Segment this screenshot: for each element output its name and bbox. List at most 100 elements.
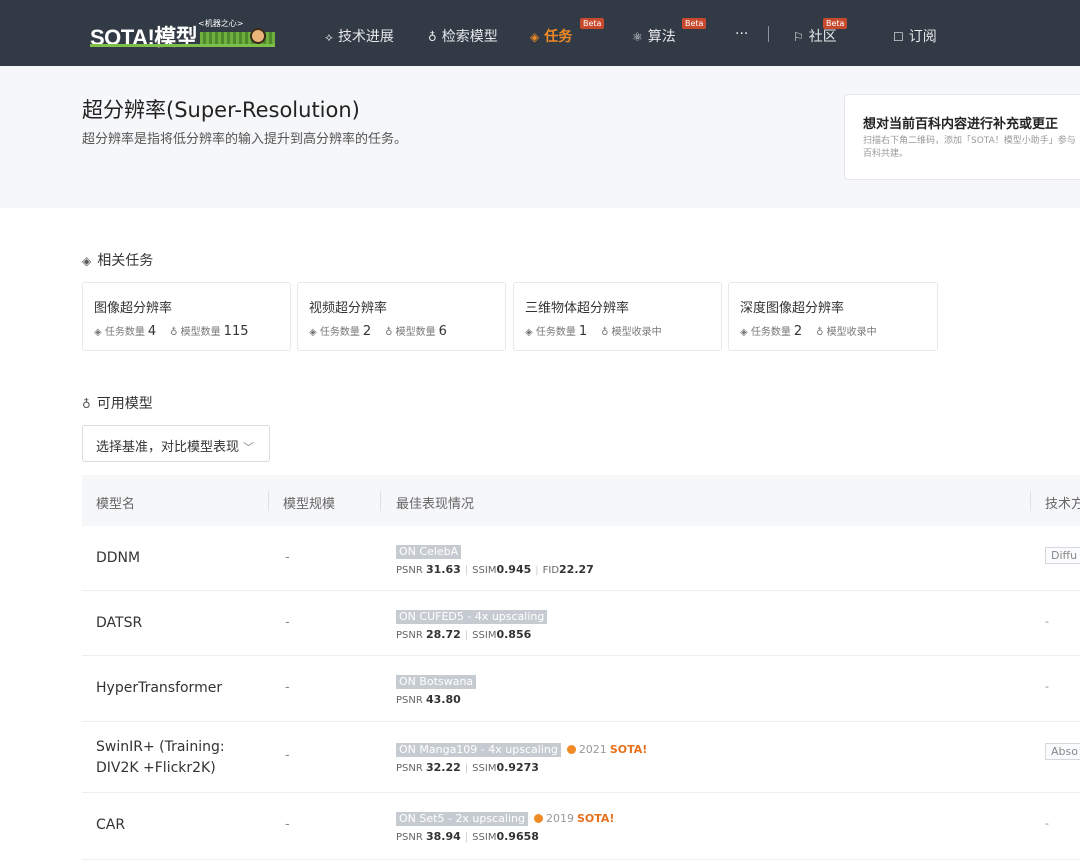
task-meta: ◈ 任务数量1♁ 模型收录中 xyxy=(525,323,662,339)
nav-item-label: 检索模型 xyxy=(442,29,498,45)
models-title: 可用模型 xyxy=(97,396,153,412)
models-icon: ♁ xyxy=(816,327,827,338)
benchmark-tag[interactable]: ON CUFED5 - 4x upscaling xyxy=(396,610,547,624)
table-row[interactable]: DATSR-ON CUFED5 - 4x upscalingPSNR 28.72… xyxy=(82,591,1080,656)
technique-cell: Abso xyxy=(1045,745,1080,758)
logo-underline xyxy=(90,44,275,47)
table-row[interactable]: DDNM-ON CelebAPSNR 31.63|SSIM0.945|FID22… xyxy=(82,526,1080,591)
task-name: 视频超分辨率 xyxy=(309,297,387,316)
model-name-link[interactable]: DDNM xyxy=(96,548,266,569)
model-name-link[interactable]: HyperTransformer xyxy=(96,678,266,699)
layers-icon: ◈ xyxy=(740,327,751,338)
logo-text: SOTA!模型 xyxy=(90,20,197,52)
nav-item-label: 社区 xyxy=(809,29,837,45)
nav-item-label: 订阅 xyxy=(909,29,937,45)
related-task-card[interactable]: 深度图像超分辨率 ◈ 任务数量2 ♁ 模型收录中 xyxy=(728,282,938,351)
model-scale: - xyxy=(285,817,290,832)
metrics-line: PSNR 32.22|SSIM0.9273 xyxy=(396,761,647,774)
nav-icon: ◈ xyxy=(530,30,539,44)
tech-tag[interactable]: Abso xyxy=(1045,743,1080,760)
best-performance: ON Set5 - 2x upscaling2019SOTA!PSNR 38.9… xyxy=(396,807,614,843)
metric-name: SSIM xyxy=(472,565,496,576)
beta-badge: Beta xyxy=(823,18,847,29)
nav-icon: ⟡ xyxy=(325,30,333,44)
sota-logo[interactable]: SOTA!模型 <机器之心> xyxy=(90,18,280,48)
metric-value: 28.72 xyxy=(426,628,461,641)
metric-separator: | xyxy=(465,832,468,843)
best-performance: ON BotswanaPSNR 43.80 xyxy=(396,670,476,706)
task-count: 4 xyxy=(148,324,156,339)
metric-value: 38.94 xyxy=(426,830,461,843)
task-meta: ◈ 任务数量2♁ 模型数量6 xyxy=(309,323,447,339)
col-technique: 技术方 xyxy=(1045,493,1080,512)
sota-label: SOTA! xyxy=(577,812,614,825)
tech-value: - xyxy=(1045,817,1049,830)
col-model-scale: 模型规模 xyxy=(283,493,335,512)
models-table-header: 模型名 模型规模 最佳表现情况 技术方 xyxy=(82,475,1080,526)
nav-item-4[interactable]: ··· xyxy=(735,26,748,42)
metric-value: 0.856 xyxy=(496,628,531,641)
col-divider xyxy=(1030,491,1031,511)
nav-item-5[interactable]: ⚐社区Beta xyxy=(793,26,837,46)
model-name-link[interactable]: DATSR xyxy=(96,613,266,634)
task-header: 超分辨率(Super-Resolution) 超分辨率是指将低分辨率的输入提升到… xyxy=(0,66,1080,208)
best-performance: ON CelebAPSNR 31.63|SSIM0.945|FID22.27 xyxy=(396,540,594,576)
beta-badge: Beta xyxy=(682,18,706,29)
nav-item-label: ··· xyxy=(735,26,748,42)
benchmark-select[interactable]: 选择基准，对比模型表现 ﹀ xyxy=(82,425,270,462)
nav-item-2[interactable]: ◈任务Beta xyxy=(530,26,572,46)
tech-tag[interactable]: Diffu xyxy=(1045,547,1080,564)
table-row[interactable]: HyperTransformer-ON BotswanaPSNR 43.80- xyxy=(82,656,1080,722)
layers-icon: ◈ xyxy=(525,327,536,338)
benchmark-tag[interactable]: ON Set5 - 2x upscaling xyxy=(396,812,528,826)
col-divider xyxy=(268,491,269,511)
benchmark-tag[interactable]: ON Manga109 - 4x upscaling xyxy=(396,743,561,757)
nav-item-6[interactable]: ☐订阅 xyxy=(893,26,937,46)
model-name-link[interactable]: CAR xyxy=(96,815,266,836)
task-count: 2 xyxy=(794,324,802,339)
nav-item-0[interactable]: ⟡技术进展 xyxy=(325,26,394,46)
metric-value: 0.945 xyxy=(496,563,531,576)
best-performance: ON Manga109 - 4x upscaling2021SOTA!PSNR … xyxy=(396,738,647,774)
col-model-name: 模型名 xyxy=(96,493,135,512)
related-task-card[interactable]: 图像超分辨率◈ 任务数量4♁ 模型数量115 xyxy=(82,282,291,351)
task-count-label: 任务数量 xyxy=(751,327,791,338)
sota-year: 2019 xyxy=(546,812,574,825)
metric-separator: | xyxy=(465,565,468,576)
contribute-card[interactable]: 想对当前百科内容进行补充或更正 扫描右下角二维码，添加「SOTA！模型小助手」参… xyxy=(844,94,1080,180)
table-row[interactable]: SwinIR+ (Training: DIV2K +Flickr2K) - ON M… xyxy=(82,722,1080,793)
model-name-link[interactable]: SwinIR+ (Training: DIV2K +Flickr2K) xyxy=(96,737,266,779)
related-task-card[interactable]: 视频超分辨率 ◈ 任务数量2♁ 模型数量6 xyxy=(297,282,506,351)
technique-cell: Diffu xyxy=(1045,549,1080,562)
table-row[interactable]: CAR-ON Set5 - 2x upscaling2019SOTA!PSNR … xyxy=(82,793,1080,860)
nav-icon: ⚐ xyxy=(793,30,804,44)
task-name: 深度图像超分辨率 xyxy=(740,297,844,316)
nav-icon: ♁ xyxy=(428,30,437,44)
nav-item-3[interactable]: ⚛算法Beta xyxy=(632,26,676,46)
models-icon: ♁ xyxy=(601,327,612,338)
task-meta: ◈ 任务数量4♁ 模型数量115 xyxy=(94,323,249,339)
model-count-label: 模型收录中 xyxy=(827,327,877,338)
metric-value: 22.27 xyxy=(559,563,594,576)
metric-separator: | xyxy=(465,630,468,641)
beta-badge: Beta xyxy=(580,18,604,29)
nav-item-1[interactable]: ♁ 检索模型 xyxy=(428,26,498,46)
models-icon: ♁ xyxy=(385,327,396,338)
metric-name: SSIM xyxy=(472,763,496,774)
task-count-label: 任务数量 xyxy=(105,327,145,338)
benchmark-tag[interactable]: ON Botswana xyxy=(396,675,476,689)
benchmark-select-label: 选择基准，对比模型表现 xyxy=(96,440,239,455)
chevron-down-icon: ﹀ xyxy=(243,441,254,454)
metric-value: 32.22 xyxy=(426,761,461,774)
model-scale: - xyxy=(285,615,290,630)
layers-icon: ◈ xyxy=(309,327,320,338)
metric-separator: | xyxy=(465,763,468,774)
metric-name: SSIM xyxy=(472,630,496,641)
col-best-performance: 最佳表现情况 xyxy=(396,493,474,512)
benchmark-tag[interactable]: ON CelebA xyxy=(396,545,461,559)
related-tasks-heading: ◈相关任务 xyxy=(82,250,153,270)
model-count: 115 xyxy=(224,324,249,339)
related-task-card[interactable]: 三维物体超分辨率 ◈ 任务数量1♁ 模型收录中 xyxy=(513,282,722,351)
task-name: 三维物体超分辨率 xyxy=(525,297,629,316)
model-scale: - xyxy=(285,748,290,763)
